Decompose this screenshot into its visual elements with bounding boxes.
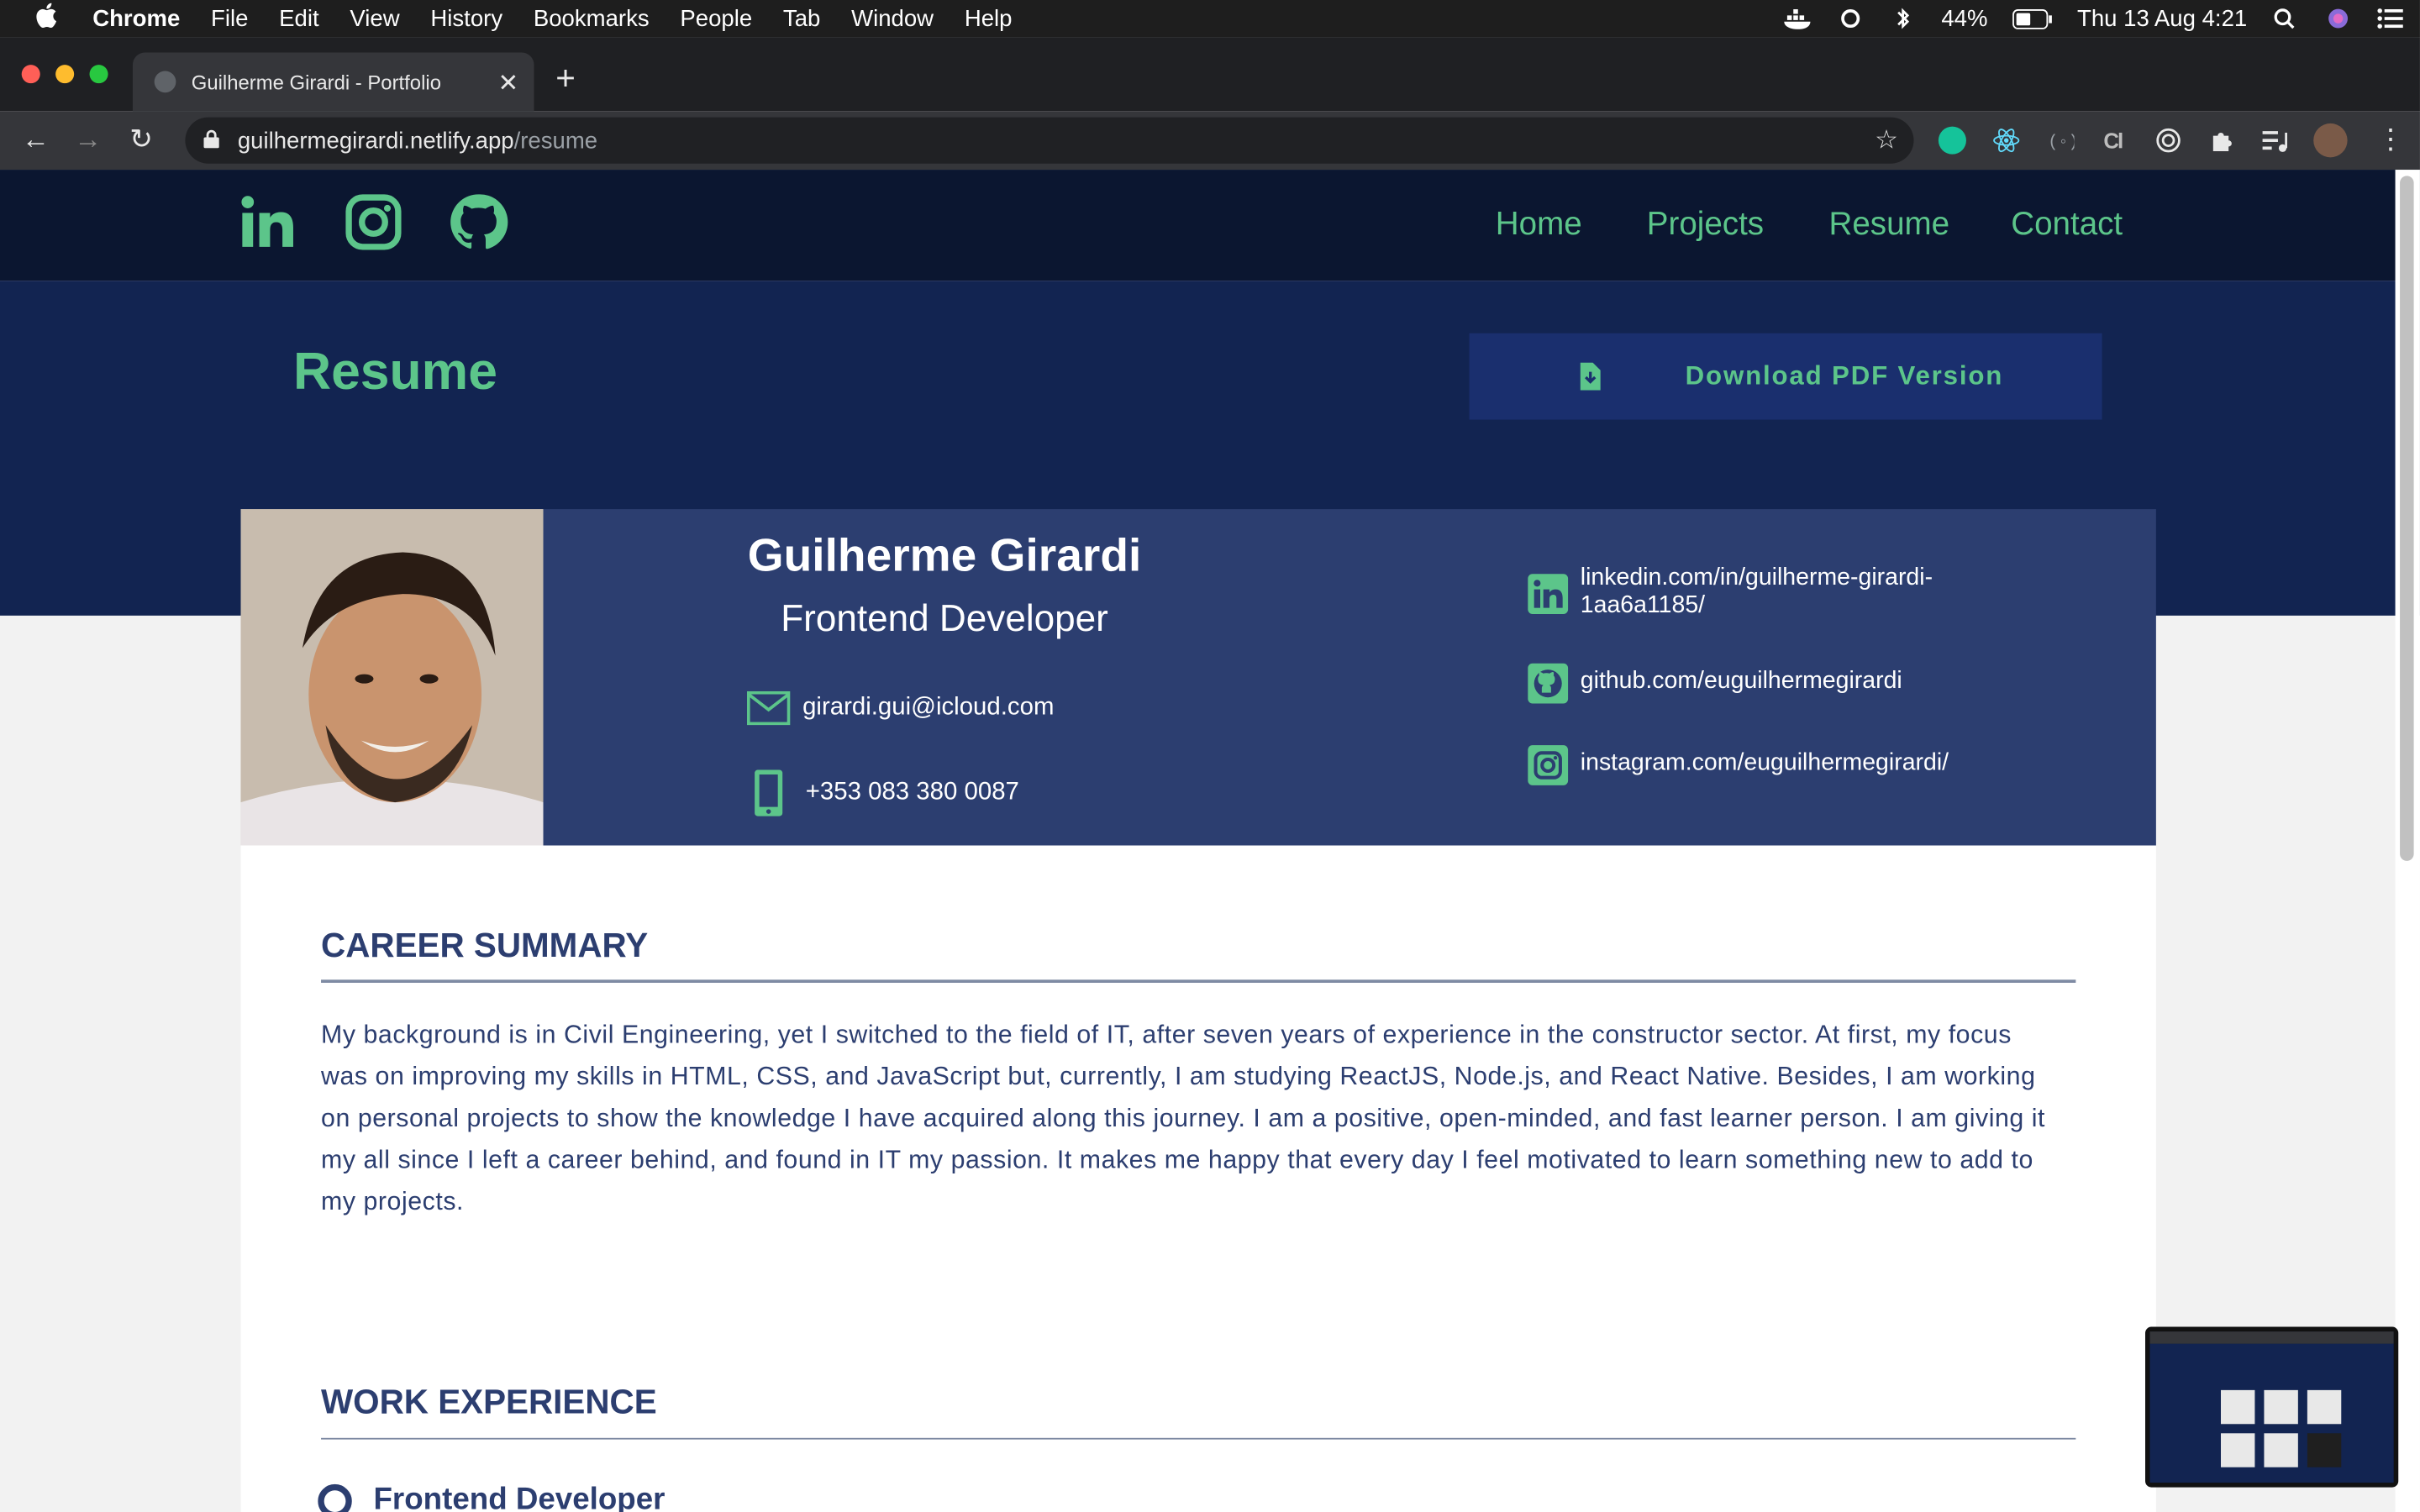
- phone-contact[interactable]: +353 083 380 0087: [753, 769, 1019, 818]
- svg-text:(◦): (◦): [2048, 133, 2074, 152]
- tab-close-icon[interactable]: ✕: [498, 68, 519, 99]
- menu-view[interactable]: View: [350, 5, 399, 31]
- timeline-marker-icon: [318, 1483, 352, 1512]
- battery-icon[interactable]: [2012, 8, 2053, 29]
- chrome-menu-icon[interactable]: ⋮: [2377, 123, 2405, 155]
- github-link[interactable]: github.com/euguilhermegirardi: [1581, 668, 2012, 696]
- url-host: guilhermegirardi.netlify.app: [237, 127, 514, 154]
- siri-icon[interactable]: [2324, 8, 2352, 29]
- profile-avatar[interactable]: [2313, 123, 2348, 158]
- mail-icon: [746, 690, 791, 726]
- section-divider: [321, 979, 2076, 983]
- media-controls-icon[interactable]: [2261, 127, 2289, 155]
- instagram-small-icon: [1528, 745, 1569, 785]
- nav-resume-link[interactable]: Resume: [1828, 207, 1949, 244]
- nav-home-link[interactable]: Home: [1496, 207, 1582, 244]
- work-experience-heading: WORK EXPERIENCE: [321, 1382, 657, 1421]
- browser-toolbar: ← → ↻ guilhermegirardi.netlify.app/resum…: [0, 111, 2420, 171]
- menu-edit[interactable]: Edit: [279, 5, 318, 31]
- phone-text: +353 083 380 0087: [805, 779, 1019, 806]
- github-small-icon: [1528, 663, 1569, 704]
- download-pdf-label: Download PDF Version: [1685, 360, 2004, 391]
- career-summary-heading: CAREER SUMMARY: [321, 926, 649, 964]
- creative-cloud-icon[interactable]: [1836, 8, 1864, 29]
- react-devtools-extension-icon[interactable]: [1992, 127, 2020, 155]
- grammarly-extension-icon[interactable]: [1938, 126, 1966, 155]
- profile-name: Guilherme Girardi: [747, 530, 1142, 582]
- email-text: girardi.gui@icloud.com: [802, 694, 1055, 721]
- linkedin-link[interactable]: linkedin.com/in/guilherme-girardi-1aa6a1…: [1581, 564, 2012, 620]
- github-icon[interactable]: [448, 192, 509, 253]
- menu-tab[interactable]: Tab: [783, 5, 820, 31]
- profile-role: Frontend Developer: [781, 598, 1108, 641]
- menu-file[interactable]: File: [211, 5, 248, 31]
- menu-window[interactable]: Window: [851, 5, 934, 31]
- back-button[interactable]: ←: [22, 123, 50, 155]
- tab-favicon-icon: [154, 71, 176, 93]
- career-summary-text: My background is in Civil Engineering, y…: [321, 1021, 2046, 1216]
- linkedin-icon[interactable]: [238, 192, 299, 253]
- window-minimize-button[interactable]: [55, 65, 75, 84]
- menu-help[interactable]: Help: [965, 5, 1013, 31]
- nav-contact-link[interactable]: Contact: [2011, 207, 2123, 244]
- bluetooth-icon[interactable]: [1889, 8, 1917, 29]
- screenshot-thumbnail-preview[interactable]: [2145, 1326, 2399, 1488]
- experience-item: Frontend Developer: [318, 1483, 665, 1512]
- site-navbar: Home Projects Resume Contact: [0, 170, 2420, 281]
- linkedin-small-icon: [1528, 574, 1569, 615]
- instagram-link[interactable]: instagram.com/euguilhermegirardi/: [1581, 750, 2012, 778]
- nav-projects-link[interactable]: Projects: [1647, 207, 1764, 244]
- window-close-button[interactable]: [21, 65, 40, 84]
- tab-portfolio[interactable]: Guilherme Girardi - Portfolio ✕: [132, 52, 534, 112]
- phone-icon: [755, 769, 783, 816]
- new-tab-button[interactable]: +: [555, 61, 576, 95]
- section-divider: [321, 1437, 2076, 1440]
- notification-center-icon[interactable]: [2377, 8, 2405, 29]
- svg-text:C: C: [2103, 129, 2119, 153]
- extension-c-icon[interactable]: C: [2101, 127, 2128, 155]
- page-title: Resume: [292, 342, 497, 402]
- menu-app-name[interactable]: Chrome: [92, 5, 180, 31]
- clock[interactable]: Thu 13 Aug 4:21: [2077, 5, 2247, 31]
- reload-button[interactable]: ↻: [129, 123, 153, 155]
- download-pdf-button[interactable]: Download PDF Version: [1469, 333, 2102, 420]
- spotlight-search-icon[interactable]: [2272, 8, 2300, 29]
- target-extension-icon[interactable]: [2154, 127, 2182, 155]
- tab-strip: Guilherme Girardi - Portfolio ✕ +: [0, 37, 2420, 112]
- menu-history[interactable]: History: [430, 5, 502, 31]
- docker-icon[interactable]: [1783, 8, 1812, 29]
- lock-icon: [203, 129, 219, 149]
- experience-job-title: Frontend Developer: [373, 1483, 666, 1512]
- scrollbar-thumb[interactable]: [2400, 176, 2414, 861]
- battery-percent: 44%: [1941, 5, 1988, 32]
- window-zoom-button[interactable]: [89, 65, 108, 84]
- extensions-puzzle-icon[interactable]: [2208, 127, 2236, 155]
- email-contact[interactable]: girardi.gui@icloud.com: [746, 690, 1055, 726]
- apple-icon[interactable]: [0, 2, 92, 35]
- menu-people[interactable]: People: [680, 5, 752, 31]
- forward-button[interactable]: →: [74, 123, 102, 155]
- profile-card: Guilherme Girardi Frontend Developer gir…: [240, 509, 2156, 846]
- url-path: /resume: [513, 127, 598, 154]
- instagram-icon[interactable]: [343, 192, 404, 253]
- macos-menubar: Chrome File Edit View History Bookmarks …: [0, 0, 2420, 38]
- profile-photo: [240, 509, 544, 846]
- tab-title: Guilherme Girardi - Portfolio: [191, 70, 441, 94]
- address-bar[interactable]: guilhermegirardi.netlify.app/resume ☆: [185, 117, 1914, 164]
- menu-bookmarks[interactable]: Bookmarks: [534, 5, 650, 31]
- webpage: Home Projects Resume Contact Resume Down…: [0, 170, 2420, 1512]
- page-scrollbar[interactable]: [2395, 170, 2420, 1512]
- resume-content: CAREER SUMMARY My background is in Civil…: [240, 845, 2156, 1512]
- file-download-icon: [1580, 362, 1601, 391]
- bookmark-star-icon[interactable]: ☆: [1875, 125, 1898, 156]
- redux-extension-icon[interactable]: (◦): [2046, 127, 2074, 155]
- status-area: 44% Thu 13 Aug 4:21: [1783, 0, 2405, 37]
- screen: Chrome File Edit View History Bookmarks …: [0, 0, 2420, 1512]
